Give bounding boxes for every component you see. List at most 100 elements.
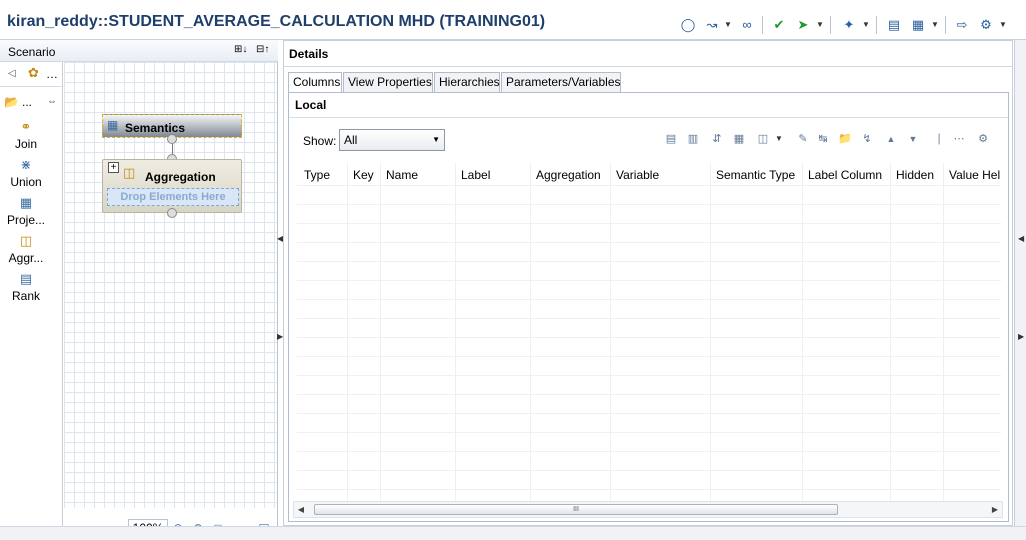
drop-elements-zone[interactable]: Drop Elements Here	[107, 188, 239, 206]
details-header: Details	[284, 41, 1012, 67]
columns-tab-body: Local Show: All ▼ ▤ ▥ ⇵ ▦ ◫ ▼ ✎ ↹ 📁 ↯ ▲ …	[288, 92, 1009, 522]
columns-grid: Type Key Name Label Aggregation Variable…	[297, 163, 1001, 505]
move-icon[interactable]: ⇵	[709, 131, 725, 147]
grid-column: Key	[348, 163, 381, 505]
palette-item-label: Aggr...	[8, 251, 44, 265]
palette-item-aggregation[interactable]: ◫ Aggr...	[0, 234, 52, 266]
scenario-canvas[interactable]: ▦ Semantics + ◫ Aggregation Drop Element…	[64, 62, 277, 508]
validate-icon[interactable]: ✔	[770, 16, 788, 34]
collapse-all-icon[interactable]: ⊟↑	[256, 44, 269, 55]
tab-parameters-variables[interactable]: Parameters/Variables	[501, 72, 621, 92]
palette-back-icon[interactable]: ◁	[8, 68, 16, 79]
grid-row-line	[297, 337, 1001, 338]
rank-icon: ▤	[19, 271, 33, 286]
activate-dropdown-icon[interactable]: ▼	[816, 16, 824, 34]
column-header-key[interactable]: Key	[353, 168, 374, 182]
palette-item-join[interactable]: ⚭ Join	[0, 120, 52, 152]
node-palette: ◁ ✿ … 📂 ... ⇔ ⚭ Join ⋇ Union ▦ Proje... …	[0, 62, 63, 540]
union-icon: ⋇	[20, 157, 32, 172]
chevron-down-icon: ▼	[432, 135, 440, 144]
column-header-type[interactable]: Type	[304, 168, 330, 182]
grid-row-line	[297, 242, 1001, 243]
expand-node-icon[interactable]: +	[108, 162, 119, 173]
filter-icon[interactable]: ↯	[859, 131, 875, 147]
tab-hierarchies[interactable]: Hierarchies	[434, 72, 500, 92]
export-icon[interactable]: ⇨	[953, 16, 971, 34]
wand-dropdown-icon[interactable]: ▼	[862, 16, 870, 34]
scroll-left-icon[interactable]: ◀	[294, 502, 308, 517]
scenario-header: Scenario ⊞↓ ⊟↑	[0, 40, 278, 62]
palette-item-rank[interactable]: ▤ Rank	[0, 271, 52, 304]
column-header-hidden[interactable]: Hidden	[896, 168, 934, 182]
move-down-icon[interactable]: ▼	[905, 131, 921, 147]
grid-row-line	[297, 261, 1001, 262]
aggregation-node[interactable]: + ◫ Aggregation Drop Elements Here	[102, 159, 242, 213]
palette-item-label: Proje...	[6, 213, 45, 227]
settings-icon[interactable]: ⚙	[977, 16, 995, 34]
semantics-label: Semantics	[125, 121, 186, 135]
folder-label: ...	[22, 95, 33, 109]
move-up-icon[interactable]: ▲	[883, 131, 899, 147]
document-icon[interactable]: ▤	[885, 16, 903, 34]
toolbar-separator	[830, 16, 831, 34]
palette-item-projection[interactable]: ▦ Proje...	[0, 195, 52, 228]
column-header-label[interactable]: Label	[461, 168, 490, 182]
scroll-right-icon[interactable]: ▶	[988, 502, 1002, 517]
aggregation-label: Aggregation	[145, 170, 216, 184]
expand-right-handle[interactable]: ▶	[1018, 328, 1024, 346]
connector-handle[interactable]	[167, 134, 177, 144]
tab-columns[interactable]: Columns	[288, 72, 342, 93]
copy-icon[interactable]: ▥	[685, 131, 701, 147]
scrollbar-thumb[interactable]: III	[314, 504, 838, 515]
connector-handle[interactable]	[167, 208, 177, 218]
expand-all-icon[interactable]: ⊞↓	[234, 44, 247, 55]
data-preview-icon[interactable]: ▦	[909, 16, 927, 34]
activate-icon[interactable]: ➤	[794, 16, 812, 34]
grid-row-line	[297, 432, 1001, 433]
grid-row-line	[297, 489, 1001, 490]
chart-dropdown-icon[interactable]: ▼	[724, 16, 732, 34]
column-header-label-column[interactable]: Label Column	[808, 168, 882, 182]
column-header-variable[interactable]: Variable	[616, 168, 659, 182]
scenario-label: Scenario	[8, 45, 56, 59]
horizontal-scrollbar[interactable]: ◀ III ▶	[293, 501, 1003, 518]
grid-row-line	[297, 451, 1001, 452]
grid-column: Value Hel	[944, 163, 1001, 505]
show-filter-select[interactable]: All ▼	[339, 129, 445, 151]
folder-icon[interactable]: 📁	[837, 131, 853, 147]
magic-wand-icon[interactable]: ✦	[840, 16, 858, 34]
settings-dropdown-icon[interactable]: ▼	[999, 16, 1007, 34]
tab-view-properties[interactable]: View Properties	[343, 72, 433, 92]
collapse-right-handle[interactable]: ◀	[1018, 230, 1024, 248]
toolbar-separator	[762, 16, 763, 34]
palette-icon[interactable]: ✿	[28, 65, 39, 81]
import-icon[interactable]: ↹	[815, 131, 831, 147]
grid-row-line	[297, 375, 1001, 376]
grid-row-line	[297, 223, 1001, 224]
projection-icon: ▦	[19, 195, 33, 210]
calculated-dropdown-icon[interactable]: ▼	[775, 131, 783, 147]
globe-icon[interactable]: ◯	[679, 16, 697, 34]
binoculars-icon[interactable]: ∞	[738, 16, 756, 34]
folder-icon[interactable]: 📂	[4, 95, 19, 109]
column-header-value-help[interactable]: Value Hel	[949, 168, 1000, 182]
settings-icon[interactable]: ⚙	[975, 131, 991, 147]
collapse-arrows-icon[interactable]: ⇔	[47, 96, 57, 107]
column-header-semantic-type[interactable]: Semantic Type	[716, 168, 795, 182]
dash-icon[interactable]: ⋯	[951, 131, 967, 147]
edit-icon[interactable]: ✎	[795, 131, 811, 147]
chart-icon[interactable]: ↝	[703, 16, 721, 34]
local-section-title: Local	[295, 98, 327, 112]
semantics-icon: ▦	[107, 118, 119, 132]
column-header-aggregation[interactable]: Aggregation	[536, 168, 601, 182]
palette-item-union[interactable]: ⋇ Union	[0, 157, 52, 190]
calculated-column-icon[interactable]: ◫	[755, 131, 771, 147]
palette-item-label: Union	[10, 175, 42, 189]
add-column-icon[interactable]: ▤	[663, 131, 679, 147]
find-column-icon[interactable]: ▦	[731, 131, 747, 147]
column-header-name[interactable]: Name	[386, 168, 418, 182]
grid-row-line	[297, 204, 1001, 205]
show-label: Show:	[303, 134, 337, 148]
preview-dropdown-icon[interactable]: ▼	[931, 16, 939, 34]
connection-line	[172, 144, 173, 154]
